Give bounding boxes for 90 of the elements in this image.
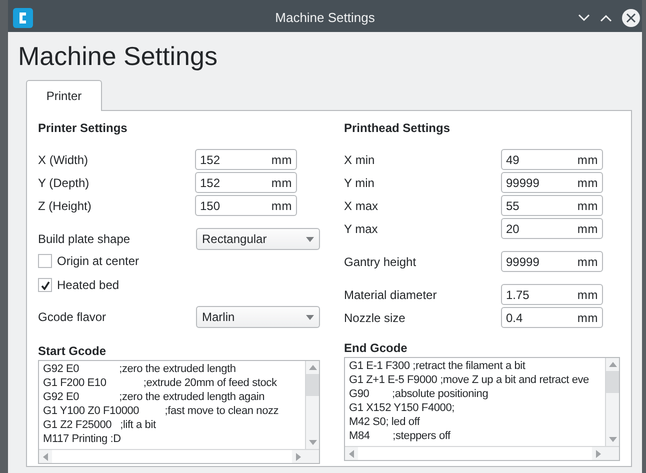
down-arrow-icon — [608, 437, 616, 442]
field-label: Gantry height — [344, 254, 416, 270]
code-line: G1 E-1 F300 ;retract the filament a bit — [349, 359, 526, 373]
checkbox-label: Heated bed — [57, 277, 120, 294]
vertical-scrollbar[interactable] — [305, 361, 319, 449]
code-line: G1 Y100 Z0 F10000 ;fast move to clean nozz — [43, 404, 280, 418]
unit-label: mm — [577, 174, 598, 192]
input-field[interactable]: 99999 mm — [501, 172, 603, 193]
left-arrow-icon — [43, 452, 48, 460]
unit-label: mm — [577, 152, 598, 168]
field-label: Gcode flavor — [38, 309, 106, 326]
input-field[interactable]: 20 mm — [501, 218, 603, 239]
horizontal-scrollbar[interactable] — [345, 446, 619, 460]
dropdown[interactable]: Rectangular — [196, 228, 320, 250]
unit-label: mm — [271, 174, 292, 192]
input-field[interactable]: 1.75 mm — [501, 284, 603, 305]
field-label: X min — [344, 152, 375, 168]
field-value: 49 — [506, 152, 520, 168]
input-field[interactable]: 49 mm — [501, 149, 603, 170]
field-value: 1.75 — [506, 286, 530, 304]
section-title: Printer Settings — [38, 120, 128, 137]
check-icon — [40, 280, 50, 290]
up-arrow-icon — [608, 362, 616, 367]
code-line: G90 ;absolute positioning — [349, 387, 490, 401]
unit-label: mm — [577, 220, 598, 238]
caret-icon — [306, 314, 314, 320]
checkbox[interactable] — [38, 278, 52, 292]
field-label: Z (Height) — [38, 198, 92, 214]
input-field[interactable]: 152 mm — [195, 149, 297, 170]
field-label: Y min — [344, 174, 374, 192]
input-field[interactable]: 0.4 mm — [501, 307, 603, 328]
section-title: End Gcode — [344, 340, 408, 357]
code-line: G1 Z+1 E-5 F9000 ;move Z up a bit and retract eve — [349, 373, 590, 387]
field-label: X (Width) — [38, 152, 88, 168]
code-line: M42 S0; led off — [349, 415, 421, 429]
maximize-icon[interactable] — [600, 14, 612, 22]
unit-label: mm — [271, 152, 292, 168]
window-title: Machine Settings — [275, 8, 375, 27]
scrollbar-thumb[interactable] — [606, 371, 619, 393]
field-label: Nozzle size — [344, 310, 406, 326]
code-line: G1 F200 E10 ;extrude 20mm of feed stock — [43, 376, 278, 390]
field-value: 99999 — [506, 254, 540, 270]
close-icon[interactable] — [622, 8, 640, 26]
code-editor[interactable]: G92 E0 ;zero the extruded length G1 F200 E10 ;extrude 20mm of feed stock G92 E0 ;zero the extruded length again G1 Y100 Z0 F10000 ;fast move to clean nozz G1 Z2 F25000 ;lift a bit M117 Printing :D — [38, 360, 320, 464]
code-line: M84 ;steppers off — [349, 429, 452, 443]
input-field[interactable]: 150 mm — [195, 195, 297, 216]
minimize-icon[interactable] — [578, 14, 590, 22]
unit-label: mm — [271, 198, 292, 214]
app-logo-icon — [13, 8, 33, 28]
right-arrow-icon — [296, 452, 301, 460]
up-arrow-icon — [308, 365, 316, 370]
field-value: 55 — [506, 198, 520, 214]
code-line: G1 Z2 F25000 ;lift a bit — [43, 418, 157, 432]
unit-label: mm — [577, 310, 598, 326]
field-value: 150 — [200, 198, 220, 214]
checkbox-label: Origin at center — [57, 253, 140, 270]
code-line: M117 Printing :D — [43, 432, 122, 446]
code-line: G1 X152 Y150 F4000; — [349, 401, 456, 415]
scrollbar-thumb[interactable] — [306, 374, 319, 396]
field-label: Y (Depth) — [38, 174, 90, 192]
left-arrow-icon — [349, 450, 354, 458]
code-line: G92 E0 ;zero the extruded length again — [43, 390, 266, 404]
code-line: G92 E0 ;zero the extruded length — [43, 362, 237, 376]
field-value: 20 — [506, 220, 520, 238]
down-arrow-icon — [308, 440, 316, 445]
unit-label: mm — [577, 286, 598, 304]
vertical-scrollbar[interactable] — [605, 358, 619, 446]
field-value: 99999 — [506, 174, 540, 192]
input-field[interactable]: 55 mm — [501, 195, 603, 216]
unit-label: mm — [577, 198, 598, 214]
field-label: Material diameter — [344, 286, 437, 304]
horizontal-scrollbar[interactable] — [39, 449, 319, 463]
field-label: Y max — [344, 220, 378, 238]
code-editor[interactable]: G1 E-1 F300 ;retract the filament a bit G1 Z+1 E-5 F9000 ;move Z up a bit and retract eve G90 ;absolute positioning G1 X152 Y150 F4000; M42 S0; led off M84 ;steppers off — [344, 357, 620, 461]
section-title: Start Gcode — [38, 343, 108, 360]
tab[interactable]: Printer — [26, 80, 102, 111]
field-value: 152 — [200, 174, 220, 192]
dropdown[interactable]: Marlin — [196, 306, 320, 328]
unit-label: mm — [577, 254, 598, 270]
field-value: 0.4 — [506, 310, 523, 326]
right-arrow-icon — [596, 450, 601, 458]
field-label: X max — [344, 198, 378, 214]
checkbox[interactable] — [38, 254, 52, 268]
caret-icon — [306, 236, 314, 242]
input-field[interactable]: 99999 mm — [501, 251, 603, 272]
field-label: Build plate shape — [38, 231, 130, 248]
page-heading: Machine Settings — [18, 40, 218, 73]
input-field[interactable]: 152 mm — [195, 172, 297, 193]
section-title: Printhead Settings — [344, 120, 452, 137]
field-value: 152 — [200, 152, 220, 168]
